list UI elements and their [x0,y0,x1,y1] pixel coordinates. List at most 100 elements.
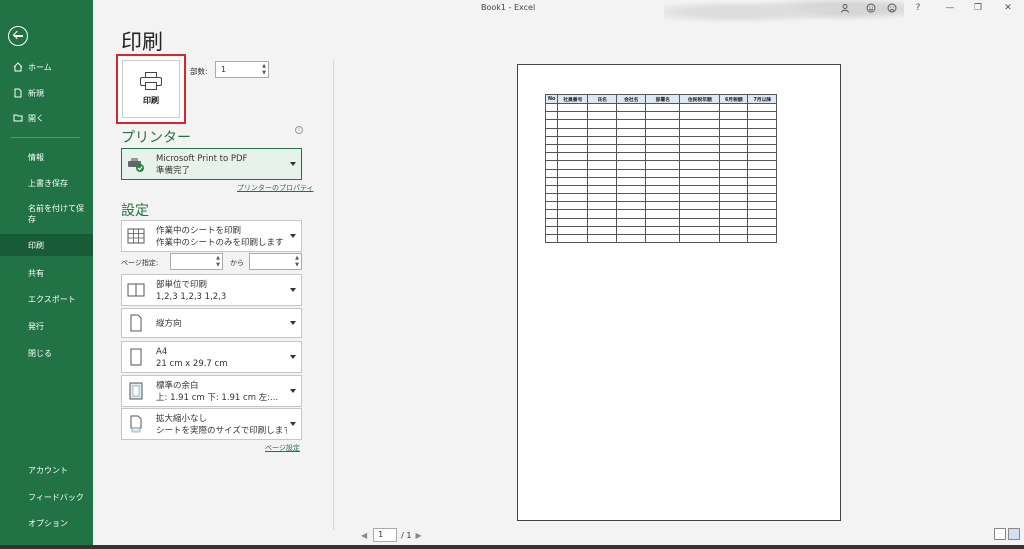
print-what-line1: 作業中のシートを印刷 [156,226,242,236]
copies-stepper[interactable]: 1 ▲ ▼ [215,61,269,78]
table-cell [719,152,749,162]
next-page-icon[interactable]: ▶ [415,531,421,540]
sidebar-item-info[interactable]: 情報 [0,150,93,164]
current-page-input[interactable]: 1 [373,528,398,542]
spin-up-icon[interactable]: ▲ [216,255,220,261]
sidebar-item-save[interactable]: 上書き保存 [0,176,93,190]
paper-size-select[interactable]: A4 21 cm x 29.7 cm [121,341,302,373]
minimize-button[interactable]: — [943,3,957,13]
spin-down-icon[interactable]: ▼ [216,262,220,268]
table-cell [679,217,721,227]
preview-table: No 社員番号 氏名 会社名 部署名 住民税年額 6月税額 7月以降 [544,94,778,244]
pages-to-label: から [230,259,244,267]
zoom-to-page-button[interactable] [1008,528,1020,540]
scaling-select[interactable]: 拡大縮小なし シートを実際のサイズで印刷します [121,408,302,440]
portrait-page-icon [130,314,142,332]
table-cell [645,201,681,211]
paper-size-text: A4 21 cm x 29.7 cm [156,346,287,370]
sidebar-item-save-as[interactable]: 名前を付けて保存 [0,203,93,225]
spin-up-icon[interactable]: ▲ [295,255,299,261]
table-cell [645,119,681,129]
sidebar-item-print[interactable]: 印刷 [0,234,93,256]
sidebar-item-label: フィードバック [28,492,84,502]
table-cell [645,193,681,203]
table-cell [645,217,681,227]
table-cell [747,176,778,186]
sidebar-item-feedback[interactable]: フィードバック [0,490,93,504]
info-icon[interactable]: i [295,126,303,134]
table-cell [679,184,721,195]
page-setup-link[interactable]: ページ設定 [265,443,300,453]
table-cell [679,209,721,219]
table-cell [587,184,618,195]
table-row [544,168,778,178]
smile-feedback-icon[interactable] [864,3,878,13]
sidebar-item-open[interactable]: 開く [0,111,93,125]
copies-label: 部数: [190,67,208,76]
chevron-down-icon [290,288,296,292]
table-row [544,143,778,154]
table-cell [679,176,721,186]
table-row [544,233,778,244]
print-button-label: 印刷 [143,96,159,105]
orientation-text: 縦方向 [156,318,287,330]
sidebar-item-share[interactable]: 共有 [0,266,93,280]
margins-select[interactable]: 標準の余白 上: 1.91 cm 下: 1.91 cm 左:... [121,375,302,407]
sidebar-item-publish[interactable]: 発行 [0,319,93,333]
table-row [544,193,778,203]
back-arrow-icon[interactable] [8,26,28,46]
preview-header-cell: No [544,94,559,104]
sidebar-item-close[interactable]: 閉じる [0,346,93,360]
print-what-select[interactable]: 作業中のシートを印刷 作業中のシートのみを印刷します [121,220,302,252]
print-what-line2: 作業中のシートのみを印刷します [156,238,284,248]
frown-feedback-icon[interactable] [885,3,899,13]
sidebar-item-label: 共有 [28,268,44,278]
orientation-select[interactable]: 縦方向 [121,308,302,338]
pane-divider [333,60,334,530]
title-bar: Book1 - Excel ? — ❐ ✕ [93,0,1024,30]
print-button[interactable]: 印刷 [116,54,186,124]
collate-line2: 1,2,3 1,2,3 1,2,3 [156,292,227,302]
table-cell [616,143,647,154]
table-cell [747,233,778,244]
sidebar-item-export[interactable]: エクスポート [0,292,93,306]
table-cell [557,217,589,227]
table-row [544,209,778,219]
printer-properties-link[interactable]: プリンターのプロパティ [237,183,314,193]
spin-down-icon[interactable]: ▼ [295,262,299,268]
printer-icon [140,72,162,90]
preview-header-cell: 会社名 [616,94,647,104]
show-margins-button[interactable] [994,528,1006,540]
table-cell [616,127,647,137]
table-cell [719,209,749,219]
table-cell [645,184,681,195]
table-cell [679,225,721,236]
table-cell [616,176,647,186]
sidebar-item-label: 新規 [28,88,44,98]
sidebar-item-options[interactable]: オプション [0,516,93,530]
orientation-line1: 縦方向 [156,319,182,329]
spin-down-icon[interactable]: ▼ [262,70,266,76]
spin-up-icon[interactable]: ▲ [262,63,266,69]
collate-select[interactable]: 部単位で印刷 1,2,3 1,2,3 1,2,3 [121,274,302,306]
help-icon[interactable]: ? [911,3,925,13]
sidebar-item-account[interactable]: アカウント [0,463,93,477]
user-icon[interactable] [838,3,852,13]
table-cell [587,102,618,113]
table-cell [616,152,647,162]
pages-to-input[interactable]: ▲ ▼ [249,253,302,270]
previous-page-icon[interactable]: ◀ [361,531,367,540]
sidebar-item-home[interactable]: ホーム [0,60,93,74]
table-cell [557,209,589,219]
printer-name: Microsoft Print to PDF [156,154,248,164]
table-cell [747,217,778,227]
table-cell [616,217,647,227]
pages-from-input[interactable]: ▲ ▼ [170,253,223,270]
table-cell [645,233,681,244]
printer-select[interactable]: Microsoft Print to PDF 準備完了 [121,148,302,180]
restore-button[interactable]: ❐ [971,3,985,13]
close-button[interactable]: ✕ [1001,3,1015,13]
sidebar-item-new[interactable]: 新規 [0,86,93,100]
table-cell [616,135,647,145]
table-cell [616,209,647,219]
